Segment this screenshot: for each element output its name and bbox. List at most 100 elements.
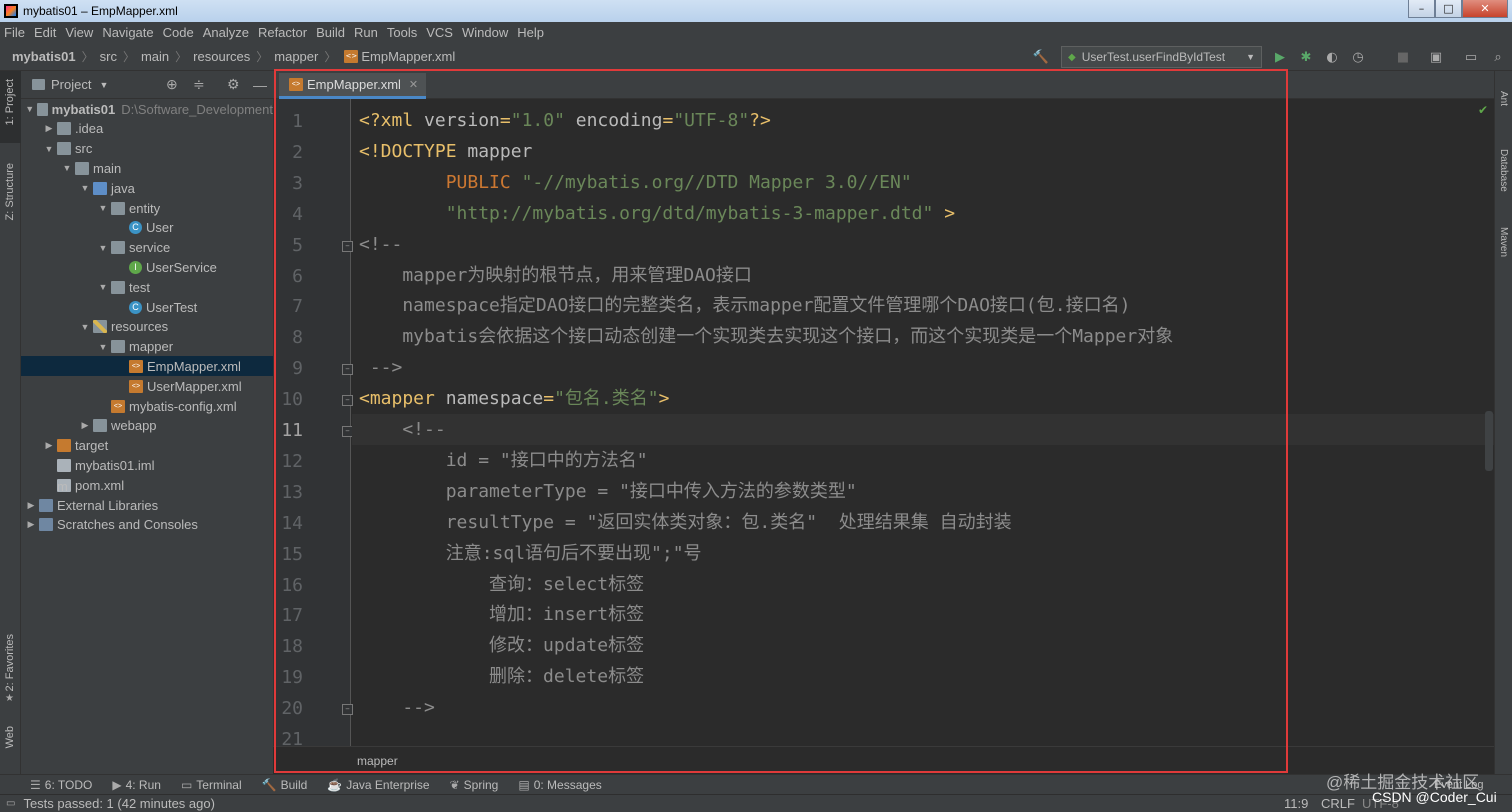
tree-item[interactable]: <> UserMapper.xml: [21, 376, 273, 396]
highlight-box: [274, 69, 1288, 773]
menu-help[interactable]: Help: [517, 25, 544, 40]
tree-item[interactable]: ▼ java: [21, 178, 273, 198]
menu-vcs[interactable]: VCS: [426, 25, 453, 40]
expanded-arrow-icon[interactable]: ▼: [25, 104, 35, 114]
menu-run[interactable]: Run: [354, 25, 378, 40]
expanded-arrow-icon[interactable]: ▼: [97, 282, 109, 292]
debug-icon[interactable]: ✱: [1298, 49, 1314, 65]
collapsed-arrow-icon[interactable]: ▶: [43, 123, 55, 134]
expanded-arrow-icon[interactable]: ▼: [79, 322, 91, 332]
menu-analyze[interactable]: Analyze: [203, 25, 249, 40]
menu-code[interactable]: Code: [163, 25, 194, 40]
tree-item[interactable]: ▼ mybatis01 D:\Software_Development: [21, 99, 273, 119]
menu-navigate[interactable]: Navigate: [102, 25, 153, 40]
collapsed-arrow-icon[interactable]: ▶: [79, 420, 91, 431]
breadcrumb-item[interactable]: EmpMapper.xml: [361, 49, 455, 64]
presentation-icon[interactable]: ▭: [1463, 49, 1479, 65]
tool-window-button[interactable]: 4: Run: [126, 778, 161, 792]
tree-item[interactable]: ▼ entity: [21, 198, 273, 218]
structure-tool-button[interactable]: Z: Structure: [4, 163, 16, 220]
tool-window-button[interactable]: Terminal: [196, 778, 241, 792]
search-icon[interactable]: ⌕: [1490, 49, 1506, 65]
menu-view[interactable]: View: [65, 25, 93, 40]
expanded-arrow-icon[interactable]: ▼: [79, 183, 91, 193]
run-icon[interactable]: ▶: [1272, 49, 1288, 65]
database-tool-button[interactable]: Database: [1498, 149, 1509, 192]
run-config-label: UserTest.userFindByIdTest: [1081, 50, 1226, 64]
project-tool-button[interactable]: 1: Project: [4, 79, 16, 125]
profile-icon[interactable]: ◷: [1350, 49, 1366, 65]
breadcrumb-item[interactable]: main: [141, 49, 169, 64]
breadcrumb-item[interactable]: src: [100, 49, 117, 64]
breadcrumb-item[interactable]: mybatis01: [12, 49, 76, 64]
status-message[interactable]: Tests passed: 1 (42 minutes ago): [23, 796, 215, 811]
locate-icon[interactable]: ⊕: [166, 76, 178, 93]
maven-tool-button[interactable]: Maven: [1498, 227, 1509, 257]
tree-item[interactable]: ▶ .idea: [21, 119, 273, 139]
collapsed-arrow-icon[interactable]: ▶: [43, 440, 55, 451]
tool-window-button[interactable]: 0: Messages: [534, 778, 602, 792]
breadcrumb-item[interactable]: resources: [193, 49, 250, 64]
tool-window-button[interactable]: Java Enterprise: [346, 778, 429, 792]
minimize-button[interactable]: –: [1408, 0, 1435, 18]
hide-icon[interactable]: —: [253, 77, 267, 93]
collapse-all-icon[interactable]: ≑: [193, 76, 205, 93]
tree-item[interactable]: ▶ External Libraries: [21, 495, 273, 515]
tree-item[interactable]: ▼ mapper: [21, 337, 273, 357]
tree-item[interactable]: ▶ target: [21, 436, 273, 456]
tree-item[interactable]: I UserService: [21, 257, 273, 277]
maximize-button[interactable]: □: [1435, 0, 1462, 18]
tree-item[interactable]: mybatis01.iml: [21, 455, 273, 475]
collapsed-arrow-icon[interactable]: ▶: [25, 500, 37, 511]
tree-item[interactable]: C User: [21, 218, 273, 238]
inspection-ok-icon[interactable]: ✔: [1478, 103, 1488, 117]
run-configuration-select[interactable]: ◆ UserTest.userFindByIdTest ▼: [1061, 46, 1262, 68]
tree-item[interactable]: ▼ service: [21, 238, 273, 258]
tree-item[interactable]: ▼ test: [21, 277, 273, 297]
tree-item[interactable]: ▼ main: [21, 158, 273, 178]
tool-window-button[interactable]: 6: TODO: [45, 778, 93, 792]
expanded-arrow-icon[interactable]: ▼: [97, 342, 109, 352]
tree-item-label: User: [146, 220, 174, 236]
editor-scrollbar[interactable]: [1485, 411, 1493, 471]
web-tool-button[interactable]: Web: [4, 726, 16, 748]
left-tool-strip: 1: Project Z: Structure 2: Favorites ★ W…: [0, 71, 21, 774]
favorites-tool-button[interactable]: 2: Favorites: [4, 634, 16, 691]
tree-item[interactable]: m pom.xml: [21, 475, 273, 495]
stop-icon[interactable]: ■: [1395, 49, 1411, 65]
tool-window-button[interactable]: Spring: [464, 778, 499, 792]
expanded-arrow-icon[interactable]: ▼: [43, 144, 55, 154]
line-separator[interactable]: CRLF: [1321, 796, 1355, 811]
menu-build[interactable]: Build: [316, 25, 345, 40]
project-view-select[interactable]: Project: [51, 77, 91, 92]
tree-item[interactable]: <> mybatis-config.xml: [21, 396, 273, 416]
tree-item[interactable]: ▼ src: [21, 139, 273, 159]
project-structure-icon[interactable]: ▣: [1428, 49, 1444, 65]
menu-refactor[interactable]: Refactor: [258, 25, 307, 40]
close-button[interactable]: ✕: [1462, 0, 1508, 18]
menu-window[interactable]: Window: [462, 25, 508, 40]
menu-tools[interactable]: Tools: [387, 25, 417, 40]
tool-window-button[interactable]: Build: [281, 778, 308, 792]
collapsed-arrow-icon[interactable]: ▶: [25, 519, 37, 530]
menu-file[interactable]: File: [4, 25, 25, 40]
expanded-arrow-icon[interactable]: ▼: [97, 203, 109, 213]
menu-edit[interactable]: Edit: [34, 25, 56, 40]
tree-item[interactable]: ▶ webapp: [21, 416, 273, 436]
tree-item[interactable]: ▼ resources: [21, 317, 273, 337]
breadcrumb-item[interactable]: mapper: [274, 49, 318, 64]
junit-icon: ◆: [1068, 51, 1076, 63]
tree-item[interactable]: <> EmpMapper.xml: [21, 356, 273, 377]
scratches-icon: [39, 518, 53, 532]
build-hammer-icon[interactable]: 🔨: [1033, 49, 1049, 65]
caret-position[interactable]: 11:9: [1284, 796, 1308, 811]
expanded-arrow-icon[interactable]: ▼: [61, 163, 73, 173]
gear-icon[interactable]: ⚙: [227, 76, 240, 93]
tool-icon: ▶: [112, 777, 122, 792]
tree-item[interactable]: C UserTest: [21, 297, 273, 317]
ant-tool-button[interactable]: Ant: [1498, 91, 1509, 106]
coverage-icon[interactable]: ◐: [1324, 49, 1340, 65]
expanded-arrow-icon[interactable]: ▼: [97, 243, 109, 253]
chevron-down-icon[interactable]: ▼: [99, 80, 108, 90]
tree-item[interactable]: ▶ Scratches and Consoles: [21, 515, 273, 535]
